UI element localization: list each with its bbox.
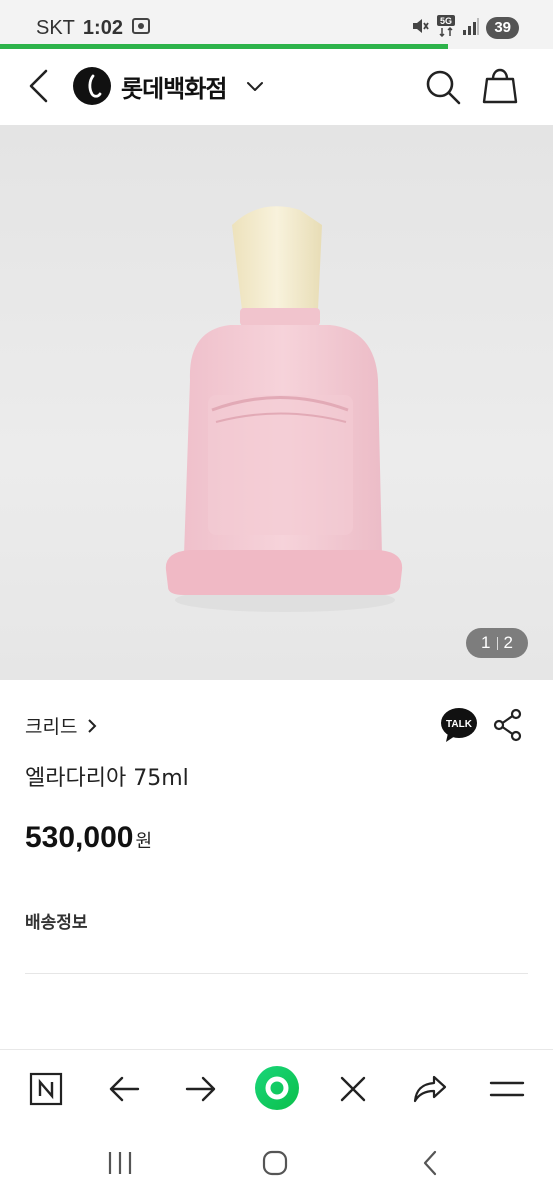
green-dot-icon — [255, 1066, 299, 1110]
browser-back-button[interactable] — [104, 1069, 144, 1109]
app-header: 롯데백화점 — [0, 49, 553, 125]
forward-arrow-icon — [185, 1076, 216, 1102]
status-bar: SKT 1:02 5G 39 — [0, 0, 553, 46]
product-brand-link[interactable]: 크리드 — [25, 712, 97, 739]
share-nodes-icon — [493, 708, 522, 742]
chevron-down-icon — [247, 82, 264, 91]
price-value: 530,000 — [25, 821, 134, 854]
product-brand: 크리드 — [25, 716, 78, 738]
system-back-button[interactable] — [410, 1145, 450, 1181]
share-button[interactable] — [492, 708, 524, 742]
svg-text:TALK: TALK — [446, 719, 473, 730]
system-back-icon — [423, 1150, 437, 1176]
browser-share-button[interactable] — [410, 1069, 450, 1109]
gallery-total: 2 — [503, 633, 513, 652]
naver-n-icon — [29, 1072, 63, 1106]
shipping-info-link[interactable]: 배송정보 — [25, 908, 88, 933]
green-dot-button[interactable] — [254, 1065, 300, 1111]
back-arrow-icon — [29, 69, 48, 103]
recent-apps-button[interactable] — [100, 1145, 140, 1181]
shopping-bag-icon — [482, 68, 518, 104]
status-left: SKT 1:02 — [36, 16, 151, 40]
perfume-bottle-image — [165, 206, 403, 612]
recent-apps-icon — [108, 1152, 132, 1174]
shopping-bag-button[interactable] — [482, 65, 518, 105]
5g-data-icon: 5G — [436, 15, 456, 41]
signal-icon — [462, 16, 480, 40]
clock: 1:02 — [82, 16, 123, 39]
carrier-label: SKT — [36, 16, 75, 39]
chevron-right-icon — [88, 718, 97, 733]
close-tab-button[interactable] — [333, 1069, 373, 1109]
home-button[interactable] — [255, 1145, 295, 1181]
browser-toolbar — [0, 1049, 553, 1127]
status-right: 5G 39 — [410, 15, 519, 41]
system-navigation-bar — [0, 1127, 553, 1200]
brand-selector[interactable]: 롯데백화점 — [73, 67, 266, 105]
mute-icon — [410, 16, 430, 40]
search-icon — [426, 70, 461, 105]
pager-separator — [496, 636, 498, 650]
home-icon — [262, 1150, 288, 1176]
gallery-pager: 1 2 — [466, 628, 528, 658]
product-image[interactable]: 1 2 — [0, 125, 553, 680]
product-price: 530,000 원 — [25, 821, 152, 855]
kakao-talk-button[interactable]: TALK — [440, 707, 478, 743]
naver-home-button[interactable] — [26, 1069, 66, 1109]
screenshot-icon — [131, 16, 151, 40]
share-icon — [413, 1075, 447, 1103]
product-name: 엘라다리아 75ml — [25, 766, 189, 791]
svg-text:5G: 5G — [440, 16, 452, 26]
menu-icon — [489, 1081, 525, 1097]
battery-indicator: 39 — [486, 17, 519, 39]
gallery-current: 1 — [481, 633, 491, 652]
back-arrow-icon — [109, 1076, 140, 1102]
lotte-logo-icon — [73, 67, 111, 105]
search-button[interactable] — [423, 67, 463, 107]
price-currency: 원 — [135, 831, 153, 852]
close-icon — [340, 1076, 366, 1102]
back-button[interactable] — [18, 63, 58, 109]
browser-forward-button[interactable] — [181, 1069, 221, 1109]
browser-menu-button[interactable] — [487, 1069, 527, 1109]
brand-name: 롯데백화점 — [121, 74, 227, 103]
kakao-talk-icon: TALK — [441, 708, 477, 742]
section-divider — [25, 973, 528, 974]
